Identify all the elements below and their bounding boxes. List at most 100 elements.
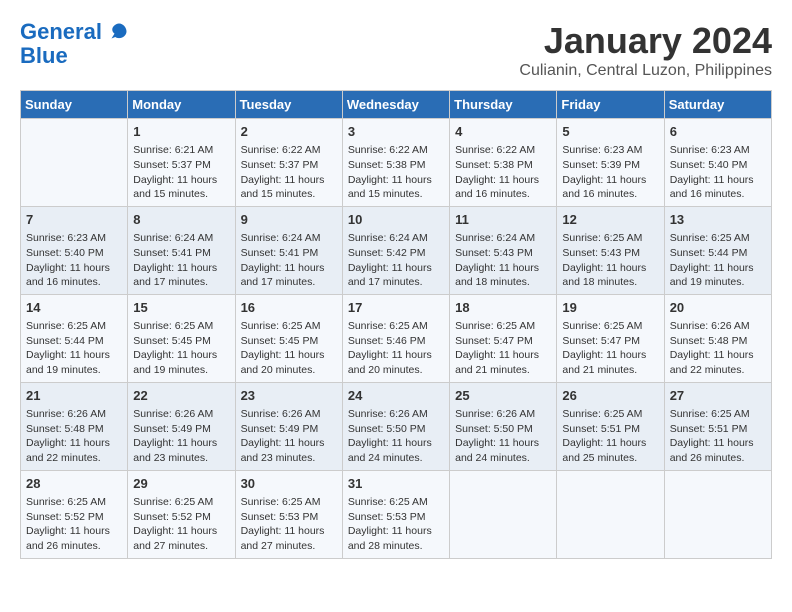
day-info-line: Daylight: 11 hours bbox=[455, 261, 551, 276]
day-info-line: Sunrise: 6:22 AM bbox=[241, 143, 337, 158]
day-info-line: and 21 minutes. bbox=[455, 363, 551, 378]
day-info-line: and 26 minutes. bbox=[670, 451, 766, 466]
logo: General Blue bbox=[20, 20, 128, 68]
day-info-line: Sunset: 5:49 PM bbox=[133, 422, 229, 437]
day-number: 14 bbox=[26, 299, 122, 317]
day-info-line: Sunrise: 6:25 AM bbox=[455, 319, 551, 334]
day-info-line: Sunrise: 6:25 AM bbox=[241, 319, 337, 334]
day-info-line: Sunset: 5:44 PM bbox=[26, 334, 122, 349]
day-info-line: Sunset: 5:53 PM bbox=[348, 510, 444, 525]
day-info-line: Sunset: 5:40 PM bbox=[670, 158, 766, 173]
day-info-line: and 27 minutes. bbox=[133, 539, 229, 554]
day-info-line: Sunrise: 6:26 AM bbox=[670, 319, 766, 334]
day-number: 16 bbox=[241, 299, 337, 317]
day-info-line: and 24 minutes. bbox=[455, 451, 551, 466]
day-info-line: Daylight: 11 hours bbox=[562, 173, 658, 188]
day-number: 21 bbox=[26, 387, 122, 405]
day-info-line: Sunset: 5:41 PM bbox=[133, 246, 229, 261]
weekday-header-sunday: Sunday bbox=[21, 91, 128, 119]
day-info-line: and 16 minutes. bbox=[455, 187, 551, 202]
day-info-line: Sunset: 5:38 PM bbox=[348, 158, 444, 173]
day-info-line: Sunset: 5:45 PM bbox=[133, 334, 229, 349]
logo-blue: Blue bbox=[20, 44, 128, 68]
day-info-line: Daylight: 11 hours bbox=[26, 261, 122, 276]
day-info-line: and 21 minutes. bbox=[562, 363, 658, 378]
day-info-line: Sunset: 5:43 PM bbox=[455, 246, 551, 261]
day-number: 13 bbox=[670, 211, 766, 229]
day-info-line: and 19 minutes. bbox=[26, 363, 122, 378]
day-info-line: Sunset: 5:48 PM bbox=[26, 422, 122, 437]
day-info-line: and 19 minutes. bbox=[133, 363, 229, 378]
day-info-line: Daylight: 11 hours bbox=[133, 524, 229, 539]
calendar-cell bbox=[450, 470, 557, 558]
day-info-line: Sunset: 5:47 PM bbox=[455, 334, 551, 349]
day-info-line: Sunset: 5:47 PM bbox=[562, 334, 658, 349]
day-info-line: and 26 minutes. bbox=[26, 539, 122, 554]
day-info-line: Sunrise: 6:25 AM bbox=[133, 495, 229, 510]
day-info-line: Sunrise: 6:24 AM bbox=[133, 231, 229, 246]
day-info-line: and 17 minutes. bbox=[348, 275, 444, 290]
day-info-line: Daylight: 11 hours bbox=[562, 436, 658, 451]
calendar-week-row: 1Sunrise: 6:21 AMSunset: 5:37 PMDaylight… bbox=[21, 119, 772, 207]
day-info-line: and 27 minutes. bbox=[241, 539, 337, 554]
calendar-cell: 28Sunrise: 6:25 AMSunset: 5:52 PMDayligh… bbox=[21, 470, 128, 558]
day-number: 22 bbox=[133, 387, 229, 405]
weekday-header-wednesday: Wednesday bbox=[342, 91, 449, 119]
calendar-cell: 3Sunrise: 6:22 AMSunset: 5:38 PMDaylight… bbox=[342, 119, 449, 207]
day-info-line: Daylight: 11 hours bbox=[348, 348, 444, 363]
calendar-cell: 29Sunrise: 6:25 AMSunset: 5:52 PMDayligh… bbox=[128, 470, 235, 558]
day-info-line: Daylight: 11 hours bbox=[562, 348, 658, 363]
day-info-line: Sunrise: 6:22 AM bbox=[348, 143, 444, 158]
calendar-week-row: 7Sunrise: 6:23 AMSunset: 5:40 PMDaylight… bbox=[21, 206, 772, 294]
day-info-line: Daylight: 11 hours bbox=[455, 173, 551, 188]
day-number: 30 bbox=[241, 475, 337, 493]
day-number: 5 bbox=[562, 123, 658, 141]
day-number: 26 bbox=[562, 387, 658, 405]
day-info-line: and 18 minutes. bbox=[455, 275, 551, 290]
location-subtitle: Culianin, Central Luzon, Philippines bbox=[519, 62, 772, 80]
day-info-line: Daylight: 11 hours bbox=[670, 261, 766, 276]
calendar-cell: 5Sunrise: 6:23 AMSunset: 5:39 PMDaylight… bbox=[557, 119, 664, 207]
day-info-line: Sunrise: 6:25 AM bbox=[348, 495, 444, 510]
day-info-line: Daylight: 11 hours bbox=[348, 173, 444, 188]
day-info-line: Sunrise: 6:25 AM bbox=[26, 495, 122, 510]
day-info-line: Daylight: 11 hours bbox=[562, 261, 658, 276]
day-info-line: Sunset: 5:42 PM bbox=[348, 246, 444, 261]
day-info-line: Daylight: 11 hours bbox=[241, 261, 337, 276]
day-info-line: Daylight: 11 hours bbox=[241, 348, 337, 363]
day-info-line: and 16 minutes. bbox=[670, 187, 766, 202]
calendar-cell: 25Sunrise: 6:26 AMSunset: 5:50 PMDayligh… bbox=[450, 382, 557, 470]
weekday-header-saturday: Saturday bbox=[664, 91, 771, 119]
day-info-line: and 16 minutes. bbox=[26, 275, 122, 290]
day-info-line: Sunrise: 6:22 AM bbox=[455, 143, 551, 158]
day-info-line: Sunset: 5:40 PM bbox=[26, 246, 122, 261]
calendar-cell: 16Sunrise: 6:25 AMSunset: 5:45 PMDayligh… bbox=[235, 294, 342, 382]
day-info-line: Sunset: 5:50 PM bbox=[455, 422, 551, 437]
calendar-header-row: SundayMondayTuesdayWednesdayThursdayFrid… bbox=[21, 91, 772, 119]
day-number: 18 bbox=[455, 299, 551, 317]
day-info-line: Daylight: 11 hours bbox=[348, 261, 444, 276]
day-info-line: Sunrise: 6:25 AM bbox=[670, 231, 766, 246]
day-info-line: Sunrise: 6:26 AM bbox=[26, 407, 122, 422]
day-info-line: Sunrise: 6:25 AM bbox=[670, 407, 766, 422]
day-number: 17 bbox=[348, 299, 444, 317]
day-number: 4 bbox=[455, 123, 551, 141]
day-info-line: and 18 minutes. bbox=[562, 275, 658, 290]
day-info-line: Sunrise: 6:21 AM bbox=[133, 143, 229, 158]
day-number: 20 bbox=[670, 299, 766, 317]
day-info-line: and 15 minutes. bbox=[348, 187, 444, 202]
page-header: General Blue January 2024 Culianin, Cent… bbox=[20, 20, 772, 80]
day-info-line: and 19 minutes. bbox=[670, 275, 766, 290]
day-number: 28 bbox=[26, 475, 122, 493]
day-number: 27 bbox=[670, 387, 766, 405]
day-info-line: Daylight: 11 hours bbox=[26, 348, 122, 363]
calendar-cell: 2Sunrise: 6:22 AMSunset: 5:37 PMDaylight… bbox=[235, 119, 342, 207]
day-info-line: Sunrise: 6:25 AM bbox=[348, 319, 444, 334]
day-info-line: Sunrise: 6:23 AM bbox=[562, 143, 658, 158]
day-info-line: and 23 minutes. bbox=[133, 451, 229, 466]
calendar-cell: 18Sunrise: 6:25 AMSunset: 5:47 PMDayligh… bbox=[450, 294, 557, 382]
day-info-line: Daylight: 11 hours bbox=[133, 348, 229, 363]
calendar-week-row: 28Sunrise: 6:25 AMSunset: 5:52 PMDayligh… bbox=[21, 470, 772, 558]
day-info-line: Sunrise: 6:25 AM bbox=[562, 319, 658, 334]
day-info-line: Daylight: 11 hours bbox=[133, 436, 229, 451]
